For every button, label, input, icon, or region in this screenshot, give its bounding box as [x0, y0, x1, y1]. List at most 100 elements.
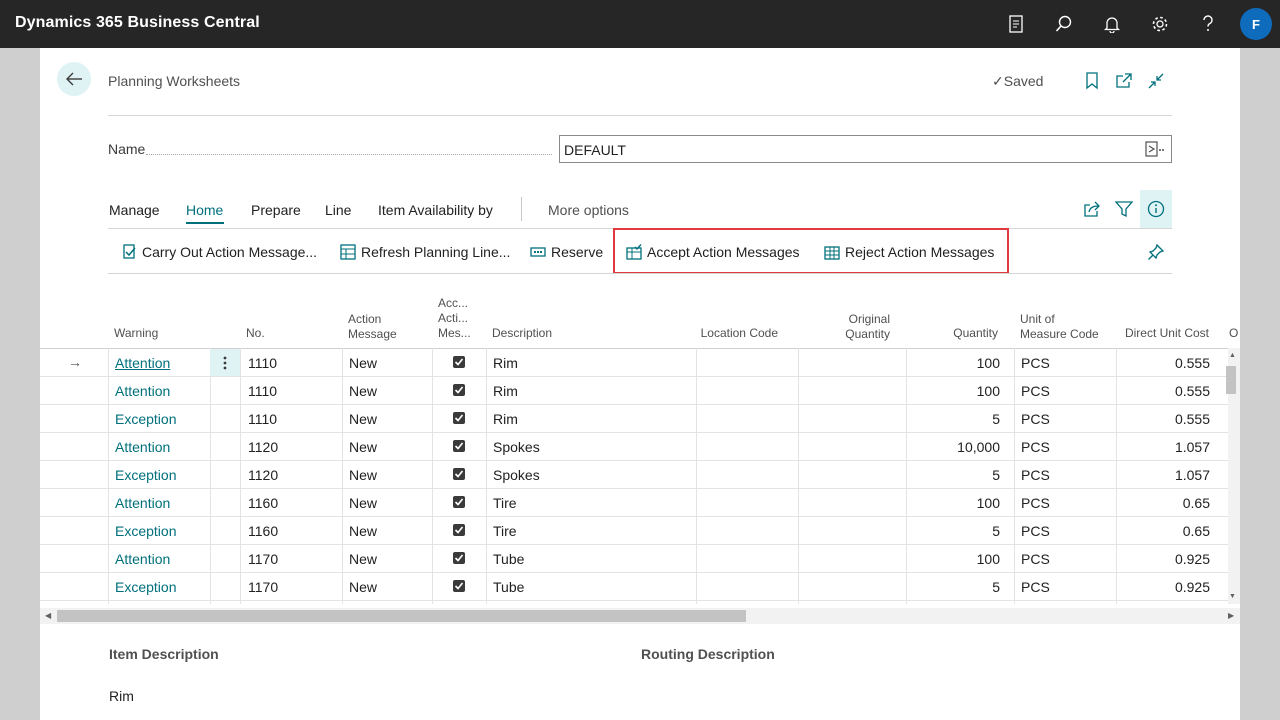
tab-prepare[interactable]: Prepare	[251, 202, 301, 218]
gear-icon[interactable]	[1148, 12, 1172, 36]
col-header-direct-unit-cost[interactable]: Direct Unit Cost	[1118, 326, 1209, 341]
warning-link[interactable]: Exception	[115, 579, 176, 595]
accept-action-message-checkbox[interactable]	[453, 496, 465, 508]
direct-unit-cost-cell[interactable]: 0.65	[1118, 523, 1210, 539]
warning-link[interactable]: Attention	[115, 355, 170, 371]
action-message-cell[interactable]: New	[349, 383, 377, 399]
col-header-overflow[interactable]: O	[1229, 326, 1240, 341]
col-header-action-message[interactable]: Action Message	[348, 312, 397, 342]
tab-more-options[interactable]: More options	[548, 202, 629, 218]
col-header-warning[interactable]: Warning	[114, 326, 158, 341]
description-cell[interactable]: Rim	[493, 411, 518, 427]
accept-action-message-checkbox[interactable]	[453, 356, 465, 368]
item-no-cell[interactable]: 1120	[248, 467, 278, 483]
warning-link[interactable]: Attention	[115, 495, 170, 511]
accept-action-message-checkbox[interactable]	[453, 524, 465, 536]
item-no-cell[interactable]: 1160	[248, 523, 278, 539]
scroll-down-arrow-icon[interactable]: ▼	[1229, 593, 1236, 600]
accept-action-message-checkbox[interactable]	[453, 580, 465, 592]
back-button[interactable]	[57, 62, 91, 96]
col-header-description[interactable]: Description	[492, 326, 552, 341]
warning-link[interactable]: Exception	[115, 467, 176, 483]
accept-action-message-checkbox[interactable]	[453, 384, 465, 396]
description-cell[interactable]: Rim	[493, 383, 518, 399]
warning-link[interactable]: Attention	[115, 551, 170, 567]
row-menu-button[interactable]	[210, 349, 240, 376]
quantity-cell[interactable]: 5	[908, 523, 1000, 539]
warning-link[interactable]: Attention	[115, 383, 170, 399]
uom-cell[interactable]: PCS	[1021, 467, 1050, 483]
name-field[interactable]: DEFAULT	[559, 135, 1172, 163]
description-cell[interactable]: Spokes	[493, 467, 540, 483]
vertical-scrollbar-thumb[interactable]	[1226, 366, 1236, 394]
action-message-cell[interactable]: New	[349, 411, 377, 427]
reserve-button[interactable]: Reserve	[530, 244, 603, 260]
scroll-right-arrow-icon[interactable]: ▶	[1228, 611, 1234, 620]
uom-cell[interactable]: PCS	[1021, 579, 1050, 595]
col-header-no[interactable]: No.	[246, 326, 265, 341]
warning-link[interactable]: Attention	[115, 439, 170, 455]
horizontal-scrollbar-thumb[interactable]	[57, 610, 746, 622]
direct-unit-cost-cell[interactable]: 0.925	[1118, 579, 1210, 595]
action-message-cell[interactable]: New	[349, 523, 377, 539]
item-no-cell[interactable]: 1110	[248, 411, 277, 427]
lookup-icon[interactable]	[1145, 141, 1165, 162]
quantity-cell[interactable]: 5	[908, 579, 1000, 595]
open-new-window-icon[interactable]	[1115, 72, 1133, 90]
uom-cell[interactable]: PCS	[1021, 383, 1050, 399]
description-cell[interactable]: Tube	[493, 551, 524, 567]
action-message-cell[interactable]: New	[349, 551, 377, 567]
warning-link[interactable]: Exception	[115, 411, 176, 427]
description-cell[interactable]: Rim	[493, 355, 518, 371]
direct-unit-cost-cell[interactable]: 0.555	[1118, 411, 1210, 427]
col-header-accept-action-message[interactable]: Acc... Acti... Mes...	[438, 296, 471, 341]
refresh-planning-line-button[interactable]: Refresh Planning Line...	[340, 244, 510, 260]
item-no-cell[interactable]: 1110	[248, 383, 277, 399]
tab-line[interactable]: Line	[325, 202, 351, 218]
action-message-cell[interactable]: New	[349, 439, 377, 455]
quantity-cell[interactable]: 100	[908, 383, 1000, 399]
help-icon[interactable]	[1196, 12, 1220, 36]
bell-icon[interactable]	[1100, 12, 1124, 36]
item-no-cell[interactable]: 1160	[248, 495, 278, 511]
direct-unit-cost-cell[interactable]: 1.057	[1118, 439, 1210, 455]
tab-manage[interactable]: Manage	[109, 202, 160, 218]
description-cell[interactable]: Tube	[493, 579, 524, 595]
accept-action-message-checkbox[interactable]	[453, 552, 465, 564]
quantity-cell[interactable]: 5	[908, 411, 1000, 427]
col-header-unit-of-measure[interactable]: Unit of Measure Code	[1020, 312, 1099, 342]
accept-action-message-checkbox[interactable]	[453, 468, 465, 480]
collapse-icon[interactable]	[1147, 72, 1165, 90]
quantity-cell[interactable]: 100	[908, 495, 1000, 511]
uom-cell[interactable]: PCS	[1021, 495, 1050, 511]
accept-action-message-checkbox[interactable]	[453, 440, 465, 452]
quantity-cell[interactable]: 100	[908, 355, 1000, 371]
item-no-cell[interactable]: 1170	[248, 551, 278, 567]
uom-cell[interactable]: PCS	[1021, 551, 1050, 567]
action-message-cell[interactable]: New	[349, 579, 377, 595]
col-header-quantity[interactable]: Quantity	[908, 326, 998, 341]
item-no-cell[interactable]: 1170	[248, 579, 278, 595]
uom-cell[interactable]: PCS	[1021, 523, 1050, 539]
description-cell[interactable]: Tire	[493, 495, 517, 511]
uom-cell[interactable]: PCS	[1021, 411, 1050, 427]
item-no-cell[interactable]: 1110	[248, 355, 277, 371]
pin-icon[interactable]	[1147, 243, 1165, 261]
tab-item-availability-by[interactable]: Item Availability by	[378, 202, 493, 218]
uom-cell[interactable]: PCS	[1021, 355, 1050, 371]
direct-unit-cost-cell[interactable]: 0.555	[1118, 383, 1210, 399]
description-cell[interactable]: Tire	[493, 523, 517, 539]
info-button[interactable]	[1140, 190, 1172, 228]
tab-home[interactable]: Home	[186, 202, 223, 218]
carry-out-action-message-button[interactable]: Carry Out Action Message...	[123, 244, 317, 260]
col-header-location-code[interactable]: Location Code	[690, 326, 778, 341]
warning-link[interactable]: Exception	[115, 523, 176, 539]
bookmark-icon[interactable]	[1085, 72, 1103, 90]
quantity-cell[interactable]: 100	[908, 551, 1000, 567]
filter-icon[interactable]	[1114, 200, 1134, 218]
report-icon[interactable]	[1004, 12, 1028, 36]
description-cell[interactable]: Spokes	[493, 439, 540, 455]
direct-unit-cost-cell[interactable]: 1.057	[1118, 467, 1210, 483]
share-icon[interactable]	[1083, 200, 1101, 218]
scroll-left-arrow-icon[interactable]: ◀	[45, 611, 51, 620]
